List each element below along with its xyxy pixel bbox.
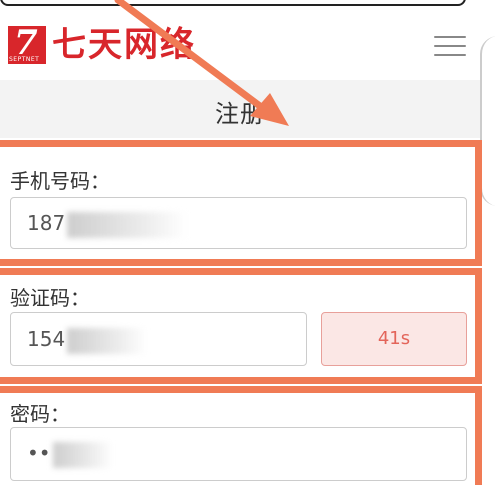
password-redaction [52,441,113,468]
password-input-value: •• [27,441,51,465]
site-logo[interactable]: 7 SEPTNET 七天网络 [8,26,196,64]
hamburger-menu-icon[interactable] [434,36,466,58]
page-title: 注册 [215,100,265,128]
side-panel-edge [480,36,495,206]
logo-mark-icon: 7 SEPTNET [8,26,46,64]
code-redaction [67,327,148,354]
page-title-bar: 注册 [0,80,480,138]
screen: 7 SEPTNET 七天网络 注册 手机号码： 187 验证码： 154 41s… [0,0,495,485]
top-input-fragment[interactable] [0,0,466,6]
phone-label: 手机号码： [10,169,110,193]
logo-mark-glyph: 7 [14,26,38,63]
phone-input[interactable]: 187 [10,197,467,249]
phone-redaction [67,211,188,238]
phone-input-value: 187 [27,211,66,235]
logo-mark-subtext: SEPTNET [9,56,40,63]
code-label: 验证码： [10,286,90,310]
code-input[interactable]: 154 [10,312,307,366]
code-input-value: 154 [27,327,66,351]
site-header: 7 SEPTNET 七天网络 [0,20,480,80]
logo-text: 七天网络 [52,25,196,65]
get-code-button[interactable]: 41s [321,312,467,366]
password-label: 密码： [10,402,70,426]
password-input[interactable]: •• [10,427,467,481]
